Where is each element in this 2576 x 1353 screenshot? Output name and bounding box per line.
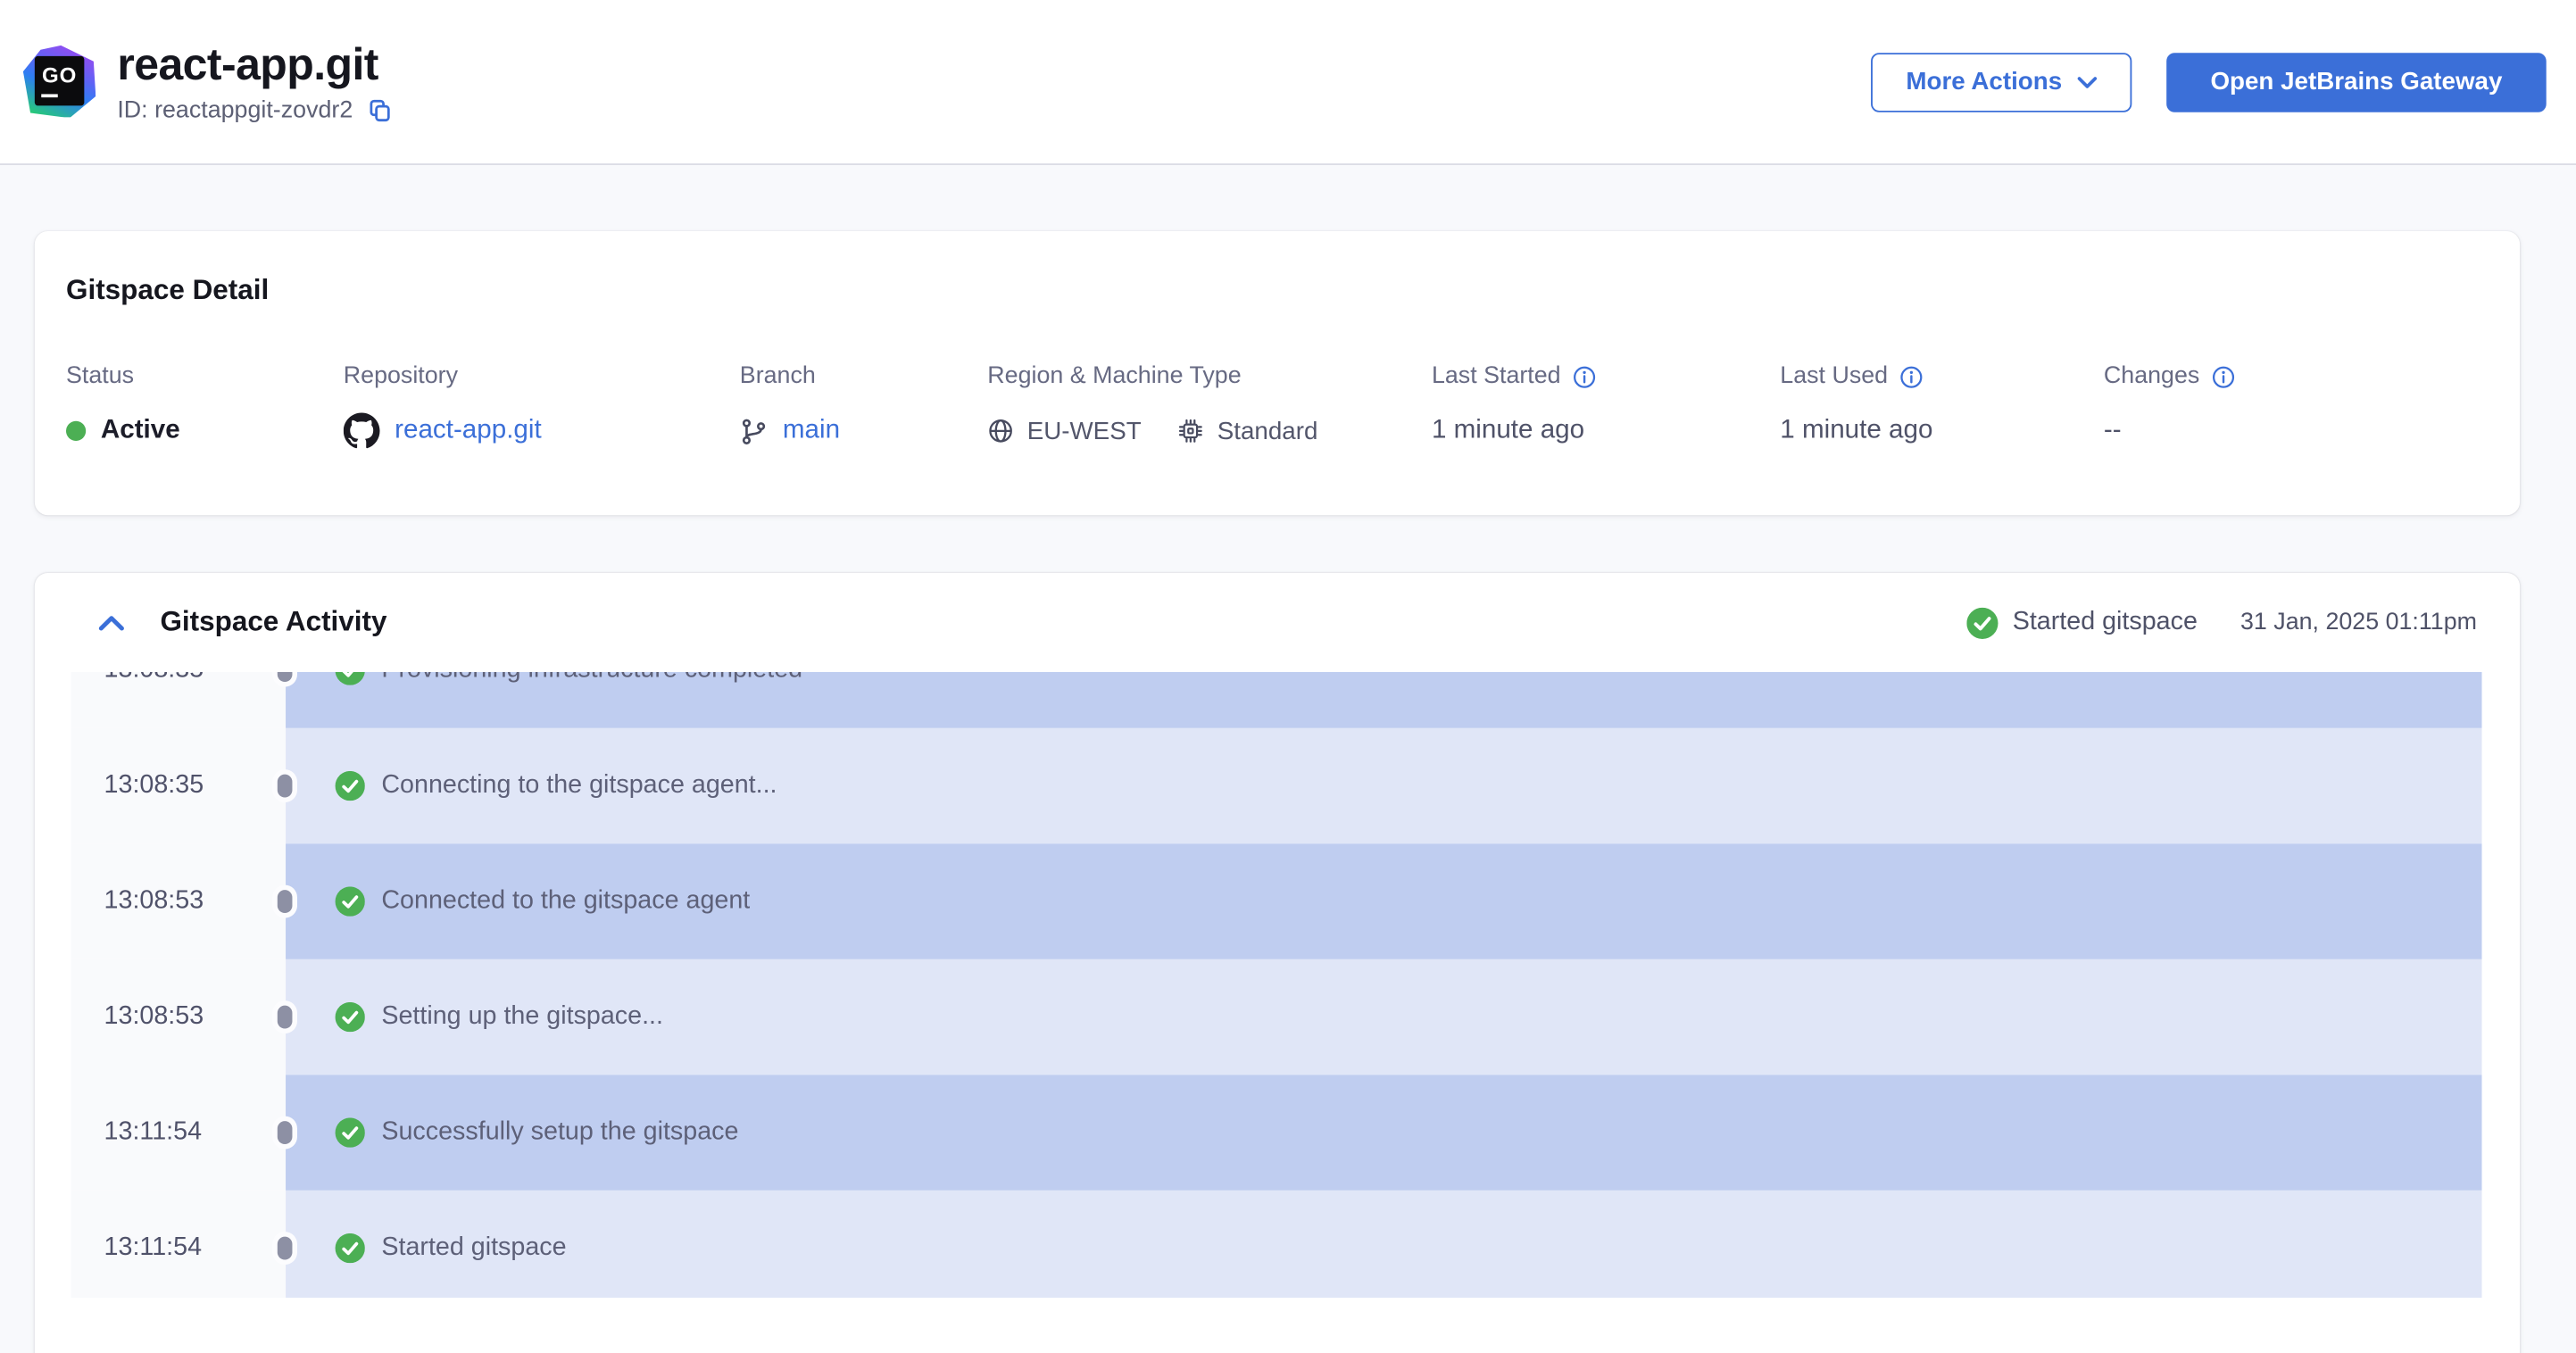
log-dot xyxy=(277,774,293,798)
status-label: Status xyxy=(66,363,135,390)
region-machine-label: Region & Machine Type xyxy=(987,363,1242,390)
activity-header: Gitspace Activity Started gitspace 31 Ja… xyxy=(35,573,2520,672)
gitspace-id: ID: reactappgit-zovdr2 xyxy=(117,96,353,123)
log-row: 13:08:53 Connected to the gitspace agent xyxy=(71,843,2482,959)
active-status-dot xyxy=(66,420,87,441)
info-icon[interactable] xyxy=(1899,364,1924,389)
field-repository: Repository react-app.git xyxy=(343,363,740,451)
open-jetbrains-gateway-button[interactable]: Open JetBrains Gateway xyxy=(2166,52,2547,112)
title-block: GO react-app.git ID: reactappgit-zovdr2 xyxy=(21,40,393,123)
chevron-down-icon xyxy=(2077,76,2097,87)
region-value: EU-WEST xyxy=(1026,417,1142,445)
log-row: 13:11:54 Started gitspace xyxy=(71,1190,2482,1299)
page-title: react-app.git xyxy=(117,40,378,90)
success-check-icon xyxy=(1965,606,1998,639)
log-row: 13:08:35 Provisioning infrastructure com… xyxy=(71,671,2482,728)
branch-link[interactable]: main xyxy=(783,416,840,445)
detail-fields: Status Active Repository react-app.git B… xyxy=(66,363,2483,451)
success-check-icon xyxy=(335,770,365,801)
header-actions: More Actions Open JetBrains Gateway xyxy=(1871,52,2547,112)
detail-heading: Gitspace Detail xyxy=(66,274,270,306)
success-check-icon xyxy=(335,1001,365,1033)
field-branch: Branch main xyxy=(740,363,988,451)
info-icon[interactable] xyxy=(2211,364,2236,389)
activity-log[interactable]: 13:08:35 Provisioning infrastructure com… xyxy=(71,671,2482,1299)
machine-type-value: Standard xyxy=(1217,417,1318,445)
last-used-label: Last Used xyxy=(1780,363,1889,390)
gitspace-activity-card: Gitspace Activity Started gitspace 31 Ja… xyxy=(34,572,2521,1353)
success-check-icon xyxy=(335,1117,365,1148)
changes-value: -- xyxy=(2103,416,2122,444)
repository-link[interactable]: react-app.git xyxy=(395,416,542,445)
globe-icon xyxy=(987,418,1014,444)
log-timestamp: 13:08:35 xyxy=(71,727,287,844)
field-changes: Changes -- xyxy=(2104,363,2484,451)
goland-logo-text: GO xyxy=(34,56,85,107)
gitspace-detail-card: Gitspace Detail Status Active Repository… xyxy=(34,231,2521,516)
log-timestamp: 13:08:35 xyxy=(71,671,287,728)
last-started-value: 1 minute ago xyxy=(1431,416,1585,444)
more-actions-label: More Actions xyxy=(1906,67,2063,96)
log-timestamp: 13:08:53 xyxy=(71,959,287,1075)
git-branch-icon xyxy=(740,417,768,444)
log-row: 13:08:35 Connecting to the gitspace agen… xyxy=(71,727,2482,844)
info-icon[interactable] xyxy=(1573,364,1598,389)
log-row: 13:11:54 Successfully setup the gitspace xyxy=(71,1075,2482,1191)
latest-status-date: 31 Jan, 2025 01:11pm xyxy=(2240,609,2477,636)
log-timestamp: 13:11:54 xyxy=(71,1190,287,1299)
branch-label: Branch xyxy=(739,363,816,390)
log-message: Setting up the gitspace... xyxy=(381,1001,664,1031)
log-timestamp: 13:11:54 xyxy=(71,1075,287,1191)
activity-latest-status: Started gitspace xyxy=(1965,606,2198,639)
copy-icon[interactable] xyxy=(366,96,393,123)
field-last-used: Last Used 1 minute ago xyxy=(1780,363,2104,451)
field-region-machine: Region & Machine Type EU-WEST Standard xyxy=(987,363,1432,451)
log-message: Successfully setup the gitspace xyxy=(381,1117,739,1146)
log-dot xyxy=(277,1121,293,1145)
log-message: Connecting to the gitspace agent... xyxy=(381,770,777,800)
last-used-value: 1 minute ago xyxy=(1780,416,1933,444)
log-dot xyxy=(277,1005,293,1029)
log-message: Started gitspace xyxy=(381,1233,567,1262)
page-header: GO react-app.git ID: reactappgit-zovdr2 xyxy=(0,0,2576,165)
goland-icon: GO xyxy=(21,44,97,120)
field-last-started: Last Started 1 minute ago xyxy=(1432,363,1780,451)
success-check-icon xyxy=(335,671,365,685)
activity-heading: Gitspace Activity xyxy=(160,605,387,638)
more-actions-button[interactable]: More Actions xyxy=(1871,52,2132,112)
log-message: Provisioning infrastructure completed xyxy=(381,672,802,685)
last-started-label: Last Started xyxy=(1431,363,1561,390)
success-check-icon xyxy=(335,1233,365,1264)
changes-label: Changes xyxy=(2103,363,2200,390)
field-status: Status Active xyxy=(66,363,344,451)
latest-status-text: Started gitspace xyxy=(2012,607,2198,636)
collapse-chevron-up-icon[interactable] xyxy=(97,613,125,631)
log-dot xyxy=(277,890,293,914)
github-icon xyxy=(343,412,380,450)
repository-label: Repository xyxy=(343,363,459,390)
success-check-icon xyxy=(335,886,365,917)
status-value: Active xyxy=(100,416,180,444)
log-timestamp: 13:08:53 xyxy=(71,843,287,959)
machine-chip-icon xyxy=(1177,418,1204,444)
log-message: Connected to the gitspace agent xyxy=(381,886,751,915)
log-dot xyxy=(277,1236,293,1260)
gitspace-detail-page: GO react-app.git ID: reactappgit-zovdr2 xyxy=(0,0,2576,1353)
log-row: 13:08:53 Setting up the gitspace... xyxy=(71,959,2482,1075)
